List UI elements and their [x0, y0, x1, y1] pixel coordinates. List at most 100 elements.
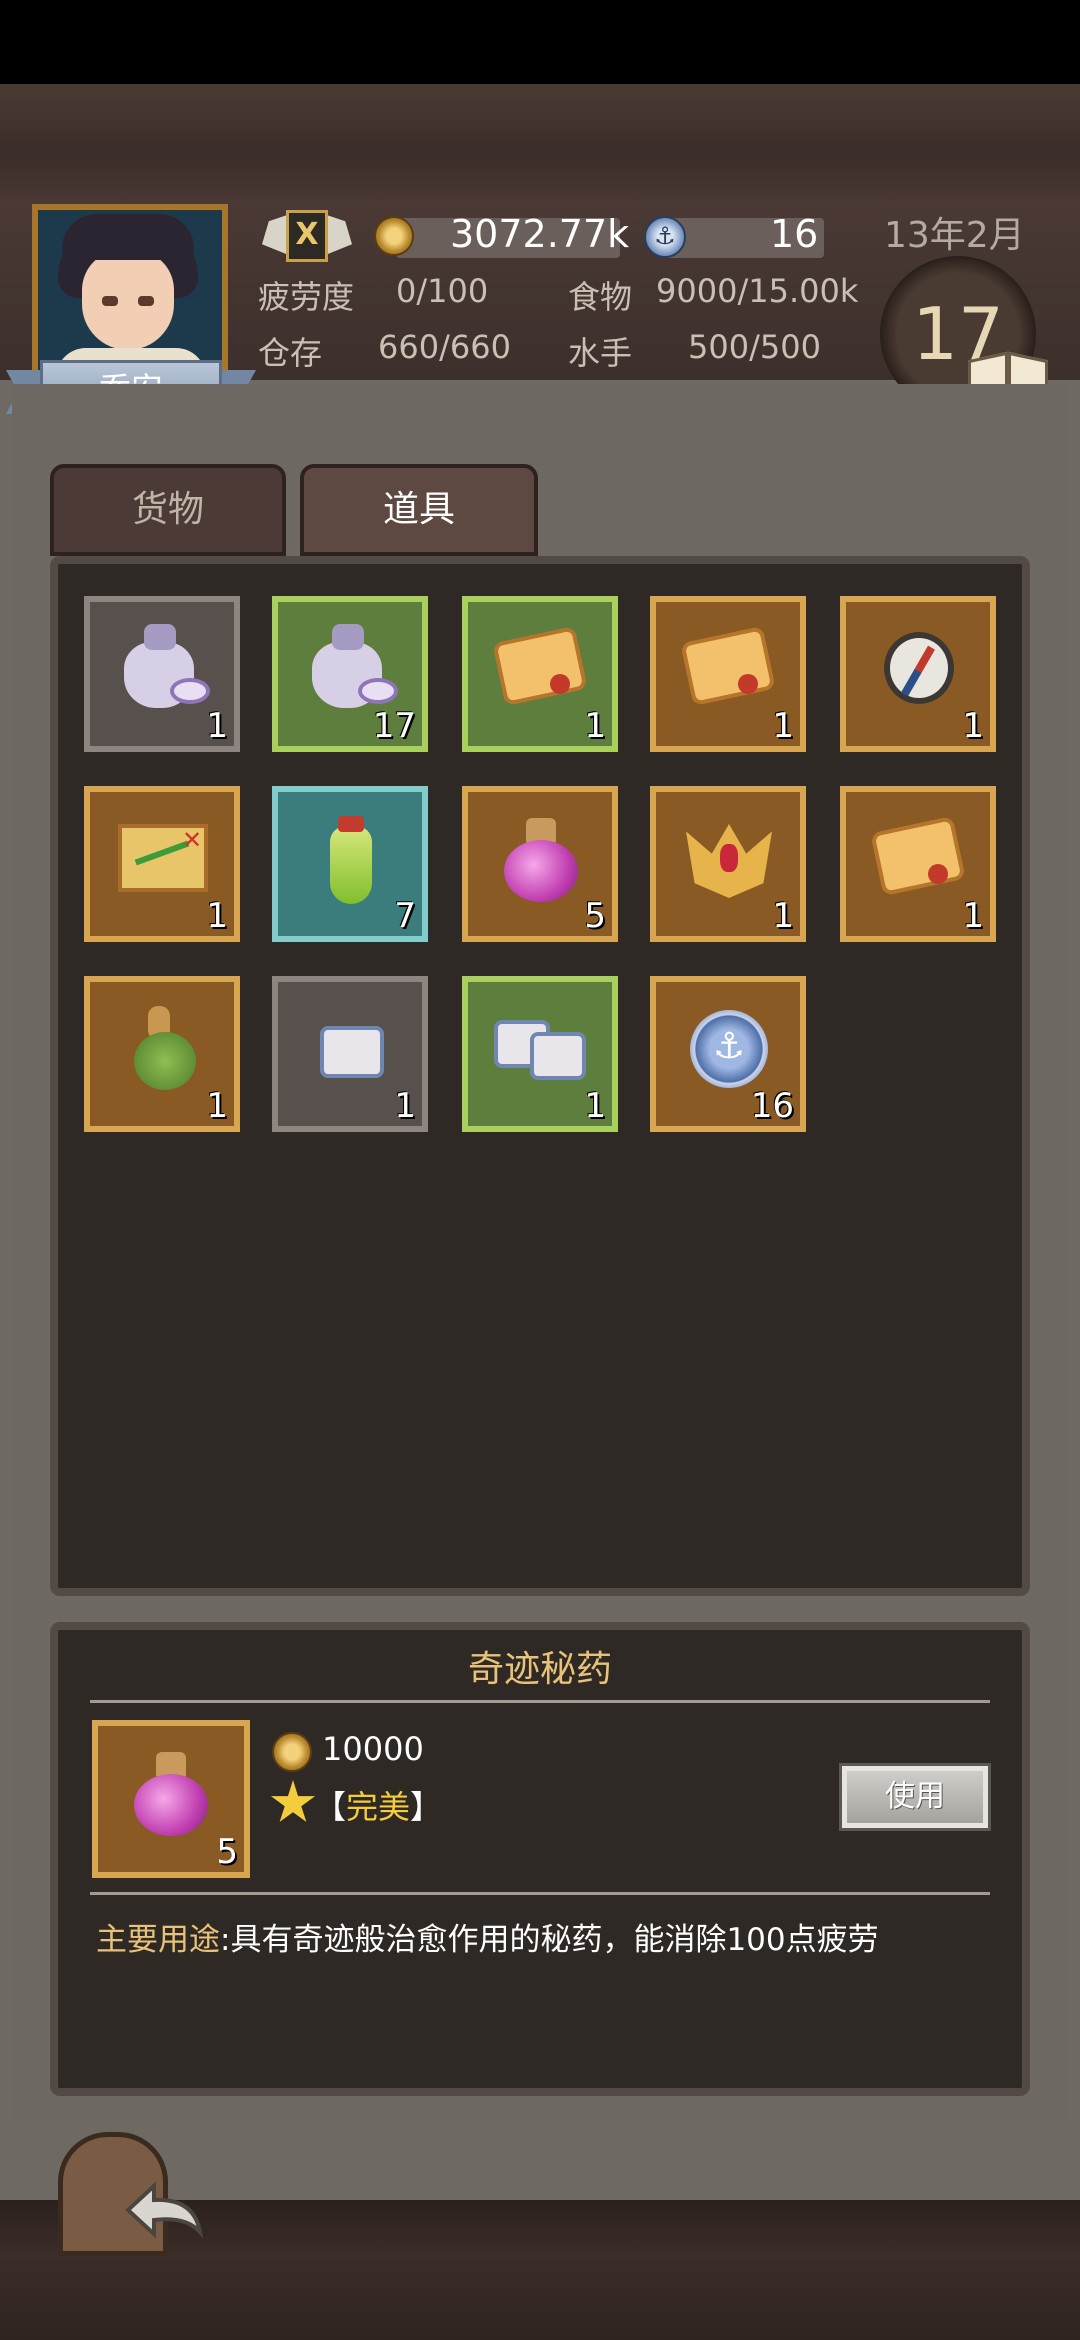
inventory-slot[interactable]: 17	[272, 596, 428, 752]
avatar-fringe	[62, 214, 194, 260]
item-usage: 主要用途:具有奇迹般治愈作用的秘药，能消除100点疲劳	[96, 1914, 879, 1959]
inventory-slot[interactable]: 1	[840, 786, 996, 942]
food-label: 食物	[568, 278, 633, 316]
avatar-eye	[138, 296, 154, 306]
divider	[90, 1700, 990, 1703]
scroll-seal	[738, 674, 758, 694]
anchor-medal-icon: ⚓	[644, 216, 686, 258]
tab-cargo[interactable]: 货物	[50, 464, 286, 556]
item-title: 奇迹秘药	[467, 1649, 612, 1690]
anchor-medal-icon: ⚓	[680, 1000, 776, 1096]
gourd-body	[134, 1032, 196, 1090]
pouch-icon	[114, 620, 210, 716]
scroll-icon	[680, 620, 776, 716]
tab-items[interactable]: 道具	[300, 464, 538, 556]
green-bottle-icon	[302, 810, 398, 906]
quality-bracket-open: 【	[314, 1788, 347, 1826]
scroll-icon	[870, 810, 966, 906]
gold-coin-icon	[272, 1732, 312, 1772]
pouch-icon	[302, 620, 398, 716]
item-count: 1	[206, 896, 228, 936]
back-arrow-icon[interactable]	[124, 2176, 208, 2244]
storage-value: 660/660	[378, 328, 511, 366]
item-count: 17	[372, 706, 416, 746]
quality-value: 完美	[346, 1788, 411, 1826]
gold-coin-icon	[374, 216, 414, 256]
pouch-tie	[144, 624, 176, 650]
inventory-slot[interactable]: ⚓ 16	[650, 976, 806, 1132]
pouch-tie	[332, 624, 364, 650]
divider	[90, 1892, 990, 1895]
item-count: 7	[394, 896, 416, 936]
item-count: 1	[206, 1086, 228, 1126]
inventory-slot[interactable]: 1	[650, 596, 806, 752]
medal-body: ⚓	[690, 1010, 768, 1088]
item-count: 1	[584, 1086, 606, 1126]
avatar[interactable]	[32, 204, 228, 384]
use-button[interactable]: 使用	[839, 1763, 991, 1831]
pouch-bowl	[170, 678, 210, 704]
scroll-paper	[492, 625, 588, 707]
scroll-paper	[870, 815, 966, 897]
avatar-eye	[102, 296, 118, 306]
potion-icon	[122, 1744, 218, 1840]
inventory-slot[interactable]: 7	[272, 786, 428, 942]
item-count: 1	[962, 706, 984, 746]
usage-text: :具有奇迹般治愈作用的秘药，能消除100点疲劳	[220, 1922, 879, 1958]
avatar-face	[82, 250, 174, 350]
sailors-value: 500/500	[688, 328, 821, 366]
map-mark: ✕	[182, 826, 203, 854]
quality-bracket-close: 】	[410, 1788, 443, 1826]
item-count: 1	[962, 896, 984, 936]
can-body	[320, 1026, 384, 1078]
scroll-seal	[928, 864, 948, 884]
sailors-label: 水手	[568, 334, 633, 372]
item-count: 1	[394, 1086, 416, 1126]
bottle-body	[330, 826, 372, 904]
item-count: 5	[584, 896, 606, 936]
cans-icon	[492, 1000, 588, 1096]
detail-item-slot: 5	[92, 1720, 250, 1878]
inventory-slot[interactable]: 5	[462, 786, 618, 942]
compass-icon	[870, 620, 966, 716]
gold-amount: 3072.77k	[450, 212, 630, 256]
bottle-cap	[338, 816, 364, 832]
food-value: 9000/15.00k	[656, 272, 859, 310]
item-count: 1	[584, 706, 606, 746]
potion-icon	[492, 810, 588, 906]
item-price: 10000	[322, 1730, 424, 1768]
rank-letter: X	[286, 210, 328, 262]
item-count: 5	[216, 1832, 238, 1872]
item-count: 1	[772, 706, 794, 746]
storage-label: 仓存	[258, 334, 323, 372]
medal-amount: 16	[770, 212, 819, 256]
potion-body	[134, 1774, 208, 1836]
crown-gem	[720, 844, 738, 872]
inventory-slot[interactable]: 1	[462, 976, 618, 1132]
crown-icon	[680, 810, 776, 906]
item-quality: 【完美】	[314, 1782, 442, 1828]
inventory-slot[interactable]: 1	[84, 976, 240, 1132]
status-bar	[0, 0, 1080, 84]
inventory-slot[interactable]: ✕ 1	[84, 786, 240, 942]
inventory-slot[interactable]: 1	[650, 786, 806, 942]
rank-badge-icon[interactable]: X	[262, 206, 352, 270]
inventory-slot[interactable]: 1	[462, 596, 618, 752]
scroll-paper	[680, 625, 776, 707]
fatigue-value: 0/100	[396, 272, 489, 310]
can-body	[530, 1032, 586, 1080]
fatigue-label: 疲劳度	[258, 278, 355, 316]
item-count: 1	[206, 706, 228, 746]
usage-label: 主要用途	[96, 1922, 220, 1958]
gourd-icon	[114, 1000, 210, 1096]
pouch-bowl	[358, 678, 398, 704]
can-icon	[302, 1000, 398, 1096]
inventory-slot[interactable]: 1	[840, 596, 996, 752]
treasure-map-icon: ✕	[114, 810, 210, 906]
inventory-slot[interactable]: 1	[272, 976, 428, 1132]
scroll-icon	[492, 620, 588, 716]
item-count: 16	[750, 1086, 794, 1126]
inventory-slot[interactable]: 1	[84, 596, 240, 752]
game-date: 13年2月	[884, 215, 1025, 256]
potion-body	[504, 840, 578, 902]
